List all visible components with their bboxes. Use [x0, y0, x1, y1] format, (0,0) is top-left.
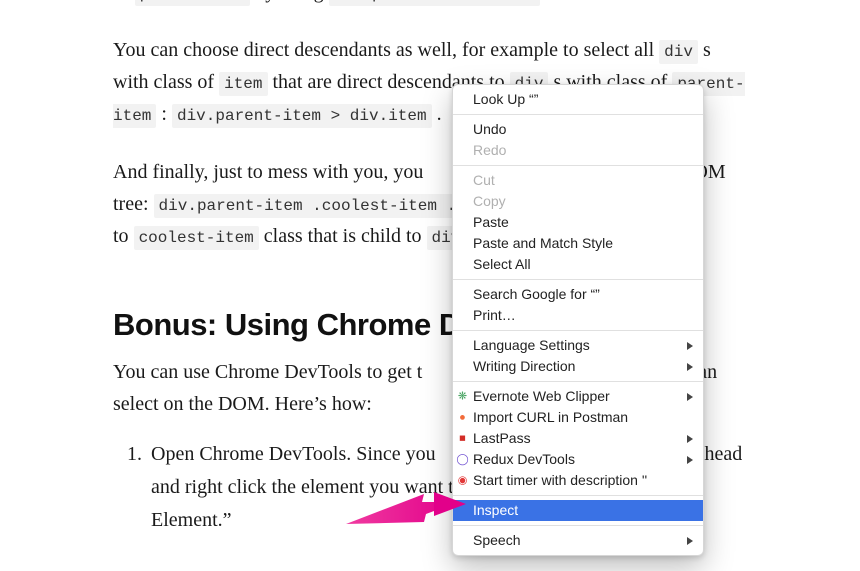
menu-item-speech[interactable]: Speech: [453, 530, 703, 551]
menu-label: Undo: [473, 120, 506, 139]
menu-separator: [453, 330, 703, 331]
menu-item-inspect[interactable]: Inspect: [453, 500, 703, 521]
redux-icon: ◯: [455, 452, 470, 467]
code-coolest-item: coolest-item: [134, 226, 259, 250]
menu-item-writing-direction[interactable]: Writing Direction: [453, 356, 703, 377]
menu-separator: [453, 495, 703, 496]
menu-separator: [453, 525, 703, 526]
text: And finally, just to mess with you, you: [113, 161, 423, 183]
code-parent-item: parent-item: [135, 0, 251, 6]
menu-separator: [453, 165, 703, 166]
menu-item-look-up[interactable]: Look Up “”: [453, 89, 703, 110]
menu-separator: [453, 381, 703, 382]
menu-label: Cut: [473, 171, 495, 190]
menu-separator: [453, 279, 703, 280]
menu-label: Writing Direction: [473, 357, 575, 376]
context-menu: Look Up “” Undo Redo Cut Copy Paste Past…: [452, 84, 704, 556]
menu-label: LastPass: [473, 429, 531, 448]
menu-label: Paste: [473, 213, 509, 232]
text: . Whoa!: [545, 0, 609, 3]
text: Open Chrome DevTools. Since you: [151, 443, 436, 465]
menu-separator: [453, 114, 703, 115]
menu-label: Inspect: [473, 501, 518, 520]
menu-item-cut: Cut: [453, 170, 703, 191]
article-body: or parent-item by using div.parent-item …: [0, 0, 860, 537]
timer-icon: ◉: [455, 473, 470, 488]
menu-item-undo[interactable]: Undo: [453, 119, 703, 140]
menu-item-print[interactable]: Print…: [453, 305, 703, 326]
menu-label: Language Settings: [473, 336, 590, 355]
menu-item-redo: Redo: [453, 140, 703, 161]
menu-item-language-settings[interactable]: Language Settings: [453, 335, 703, 356]
lastpass-icon: ■: [455, 431, 470, 446]
menu-item-copy: Copy: [453, 191, 703, 212]
menu-label: Copy: [473, 192, 506, 211]
menu-item-redux-devtools[interactable]: ◯ Redux DevTools: [453, 449, 703, 470]
menu-item-search-google[interactable]: Search Google for “”: [453, 284, 703, 305]
text: You can use Chrome DevTools to get t: [113, 361, 422, 383]
text: or: [113, 0, 135, 3]
menu-label: Paste and Match Style: [473, 234, 613, 253]
postman-icon: ●: [455, 410, 470, 425]
text: class that is child to: [264, 225, 427, 247]
menu-label: Print…: [473, 306, 516, 325]
menu-item-lastpass[interactable]: ■ LastPass: [453, 428, 703, 449]
menu-label: Redo: [473, 141, 506, 160]
menu-item-paste-match[interactable]: Paste and Match Style: [453, 233, 703, 254]
text: .: [437, 103, 442, 125]
elephant-icon: ❋: [455, 389, 470, 404]
menu-label: Select All: [473, 255, 531, 274]
menu-item-evernote[interactable]: ❋ Evernote Web Clipper: [453, 386, 703, 407]
menu-label: Speech: [473, 531, 520, 550]
code-selector: div.parent-item .item: [329, 0, 541, 6]
menu-label: Evernote Web Clipper: [473, 387, 610, 406]
paragraph-partial-top: or parent-item by using div.parent-item …: [113, 0, 750, 8]
menu-item-paste[interactable]: Paste: [453, 212, 703, 233]
menu-label: Search Google for “”: [473, 285, 600, 304]
menu-label: Start timer with description '': [473, 471, 647, 490]
menu-label: Import CURL in Postman: [473, 408, 628, 427]
text: to: [113, 225, 134, 247]
text: You can choose direct descendants as wel…: [113, 39, 659, 61]
menu-item-postman[interactable]: ● Import CURL in Postman: [453, 407, 703, 428]
text: Element.”: [151, 509, 232, 531]
code-item: item: [219, 72, 267, 96]
menu-label: Redux DevTools: [473, 450, 575, 469]
code-selector: div.parent-item .coolest-item .item: [154, 194, 500, 218]
code-div: div: [659, 40, 698, 64]
menu-item-select-all[interactable]: Select All: [453, 254, 703, 275]
menu-item-start-timer[interactable]: ◉ Start timer with description '': [453, 470, 703, 491]
code-selector: div.parent-item > div.item: [172, 104, 432, 128]
menu-label: Look Up “”: [473, 90, 538, 109]
text: :: [161, 103, 172, 125]
text: by using: [255, 0, 328, 3]
